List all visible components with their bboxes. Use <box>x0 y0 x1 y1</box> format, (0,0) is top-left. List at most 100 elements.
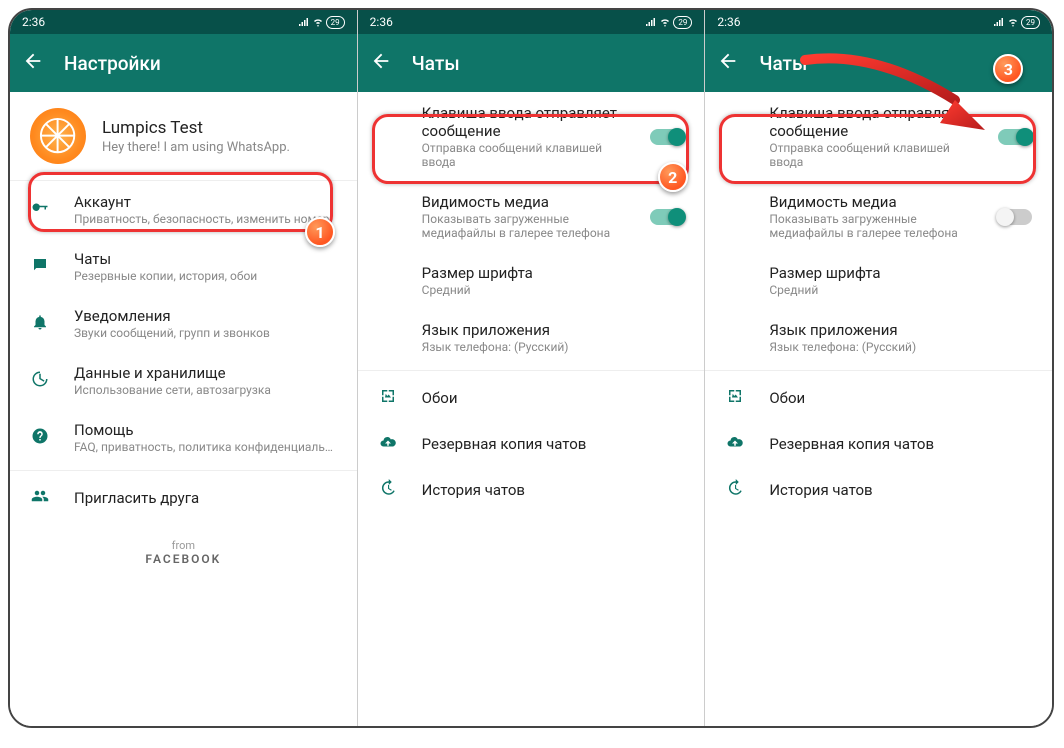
chat-history[interactable]: История чатов <box>358 467 705 513</box>
row-label: Чаты <box>74 250 337 268</box>
status-icons: 29 <box>993 16 1040 29</box>
chat-icon <box>31 256 49 274</box>
chat-media-visibility[interactable]: Видимость медиа Показывать загруженные м… <box>358 181 705 252</box>
status-bar: 2:36 29 <box>10 10 357 34</box>
row-sub: Показывать загруженные медиафайлы в гале… <box>422 212 627 240</box>
profile-row[interactable]: Lumpics Test Hey there! I am using Whats… <box>10 92 357 181</box>
switch-enter[interactable] <box>998 129 1032 145</box>
row-label: История чатов <box>769 481 1032 499</box>
row-sub: Использование сети, автозагрузка <box>74 383 337 397</box>
row-label: Резервная копия чатов <box>769 435 1032 453</box>
wifi-icon <box>1007 16 1019 28</box>
phone-chats-on: 2:36 29 Чаты Клавиша ввода отправляет со… <box>357 10 705 726</box>
chat-enter-sends[interactable]: Клавиша ввода отправляет сообщение Отпра… <box>358 92 705 181</box>
history-icon <box>726 479 744 497</box>
row-label: Клавиша ввода отправляет сообщение <box>769 104 974 140</box>
row-sub: Показывать загруженные медиафайлы в гале… <box>769 212 974 240</box>
status-bar: 2:36 29 <box>705 10 1052 34</box>
row-sub: FAQ, приватность, политика конфиденциаль… <box>74 440 337 454</box>
profile-status: Hey there! I am using WhatsApp. <box>102 140 290 155</box>
chat-backup[interactable]: Резервная копия чатов <box>705 421 1052 467</box>
row-label: Аккаунт <box>74 193 337 211</box>
row-label: Данные и хранилище <box>74 364 337 382</box>
settings-invite[interactable]: Пригласить друга <box>10 475 357 521</box>
switch-enter[interactable] <box>650 129 684 145</box>
help-icon <box>31 427 49 445</box>
chat-wallpaper[interactable]: Обои <box>358 375 705 421</box>
row-label: Видимость медиа <box>769 193 974 211</box>
phone-settings: 2:36 29 Настройки <box>10 10 357 726</box>
chat-wallpaper[interactable]: Обои <box>705 375 1052 421</box>
wifi-icon <box>659 16 671 28</box>
status-icons: 29 <box>298 16 345 29</box>
status-time: 2:36 <box>22 15 45 29</box>
profile-name: Lumpics Test <box>102 118 290 138</box>
row-sub: Отправка сообщений клавишей ввода <box>422 141 627 169</box>
page-title: Чаты <box>412 52 460 75</box>
arrow-back-icon <box>22 50 44 72</box>
badge-1: 1 <box>305 217 335 247</box>
chat-backup[interactable]: Резервная копия чатов <box>358 421 705 467</box>
back-button[interactable] <box>370 50 392 76</box>
row-sub: Язык телефона: (Русский) <box>422 340 685 354</box>
page-title: Чаты <box>759 52 807 75</box>
chat-font-size[interactable]: Размер шрифта Средний <box>705 252 1052 309</box>
bell-icon <box>31 313 49 331</box>
settings-data[interactable]: Данные и хранилище Использование сети, а… <box>10 352 357 409</box>
back-button[interactable] <box>717 50 739 76</box>
settings-help[interactable]: Помощь FAQ, приватность, политика конфид… <box>10 409 357 466</box>
signal-icon <box>993 16 1005 28</box>
row-sub: Язык телефона: (Русский) <box>769 340 1032 354</box>
divider <box>705 370 1052 371</box>
app-bar: Чаты <box>358 34 705 92</box>
arrow-back-icon <box>370 50 392 72</box>
row-label: Обои <box>769 389 1032 407</box>
status-time: 2:36 <box>370 15 393 29</box>
chats-content: Клавиша ввода отправляет сообщение Отпра… <box>705 92 1052 726</box>
wifi-icon <box>312 16 324 28</box>
row-label: Уведомления <box>74 307 337 325</box>
battery-icon: 29 <box>326 16 345 29</box>
arrow-back-icon <box>717 50 739 72</box>
chat-app-language[interactable]: Язык приложения Язык телефона: (Русский) <box>358 309 705 366</box>
back-button[interactable] <box>22 50 44 76</box>
app-bar: Настройки <box>10 34 357 92</box>
badge-2: 2 <box>658 162 688 192</box>
chat-history[interactable]: История чатов <box>705 467 1052 513</box>
row-label: Резервная копия чатов <box>422 435 685 453</box>
people-icon <box>31 487 49 505</box>
history-icon <box>379 479 397 497</box>
settings-chats[interactable]: Чаты Резервные копии, история, обои <box>10 238 357 295</box>
row-label: Обои <box>422 389 685 407</box>
row-label: Размер шрифта <box>422 264 685 282</box>
row-sub: Отправка сообщений клавишей ввода <box>769 141 974 169</box>
orange-slice-icon <box>38 116 77 155</box>
battery-icon: 29 <box>673 16 692 29</box>
row-sub: Приватность, безопасность, изменить номе… <box>74 212 337 226</box>
status-time: 2:36 <box>717 15 740 29</box>
chat-enter-sends[interactable]: Клавиша ввода отправляет сообщение Отпра… <box>705 92 1052 181</box>
row-label: История чатов <box>422 481 685 499</box>
row-sub: Резервные копии, история, обои <box>74 269 337 283</box>
key-icon <box>31 199 49 217</box>
chat-media-visibility[interactable]: Видимость медиа Показывать загруженные м… <box>705 181 1052 252</box>
data-icon <box>31 370 49 388</box>
settings-notifications[interactable]: Уведомления Звуки сообщений, групп и зво… <box>10 295 357 352</box>
row-label: Клавиша ввода отправляет сообщение <box>422 104 627 140</box>
switch-media[interactable] <box>650 209 684 225</box>
chat-font-size[interactable]: Размер шрифта Средний <box>358 252 705 309</box>
cloud-up-icon <box>726 433 744 451</box>
row-sub: Средний <box>769 283 1032 297</box>
wallpaper-icon <box>726 387 744 405</box>
row-sub: Звуки сообщений, групп и звонков <box>74 326 337 340</box>
row-sub: Средний <box>422 283 685 297</box>
row-label: Помощь <box>74 421 337 439</box>
screenshots-container: 2:36 29 Настройки <box>8 8 1054 728</box>
avatar <box>30 108 86 164</box>
settings-content: Lumpics Test Hey there! I am using Whats… <box>10 92 357 726</box>
row-label: Пригласить друга <box>74 489 337 507</box>
switch-media[interactable] <box>998 209 1032 225</box>
chat-app-language[interactable]: Язык приложения Язык телефона: (Русский) <box>705 309 1052 366</box>
page-title: Настройки <box>64 52 161 75</box>
row-label: Видимость медиа <box>422 193 627 211</box>
